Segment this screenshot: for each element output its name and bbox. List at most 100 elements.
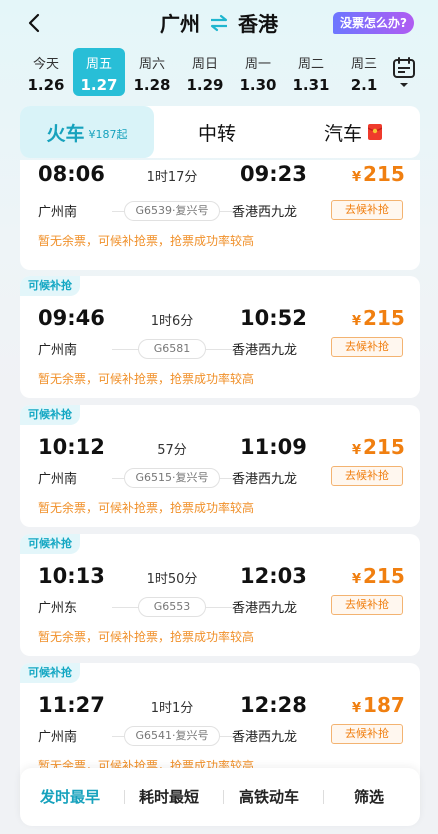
date-item[interactable]: 周二 1.31 xyxy=(285,48,337,96)
price: ¥187 xyxy=(352,693,405,717)
train-number: G6515·复兴号 xyxy=(124,468,220,488)
date-value: 1.31 xyxy=(292,76,330,94)
arrival-station: 香港西九龙 xyxy=(232,730,298,745)
date-weekday: 周六 xyxy=(138,57,165,72)
sort-earliest-departure[interactable]: 发时最早 xyxy=(40,768,100,826)
availability-note: 暂无余票，可候补抢票，抢票成功率较高 xyxy=(38,372,255,386)
tab-train-label: 火车 xyxy=(46,122,85,145)
train-card[interactable]: 可候补抢 10:12 57分 11:09 ¥215 广州南 G6515·复兴号 … xyxy=(20,405,420,527)
waitlist-button[interactable]: 去候补抢 xyxy=(331,595,403,615)
duration: 57分 xyxy=(157,443,187,458)
price: ¥215 xyxy=(352,564,405,588)
price: ¥215 xyxy=(352,162,405,186)
waitlist-button[interactable]: 去候补抢 xyxy=(331,724,403,744)
train-card[interactable]: 可候补抢 09:46 1时6分 10:52 ¥215 广州南 G6581 香港西… xyxy=(20,276,420,398)
arrival-station: 香港西九龙 xyxy=(232,472,298,487)
date-value: 2.1 xyxy=(350,76,378,94)
date-weekday: 周二 xyxy=(297,57,324,72)
departure-station: 广州东 xyxy=(38,601,78,616)
price-value: 215 xyxy=(363,162,405,186)
price-value: 215 xyxy=(363,564,405,588)
departure-time: 11:27 xyxy=(38,693,105,717)
date-weekday: 今天 xyxy=(32,57,59,72)
date-item[interactable]: 周日 1.29 xyxy=(179,48,231,96)
waitlist-badge: 可候补抢 xyxy=(20,663,80,683)
date-value: 1.29 xyxy=(186,76,224,94)
calendar-icon[interactable] xyxy=(392,56,416,90)
train-number: G6539·复兴号 xyxy=(124,201,220,221)
price-value: 215 xyxy=(363,435,405,459)
waitlist-badge: 可候补抢 xyxy=(20,405,80,425)
currency-symbol: ¥ xyxy=(352,572,362,587)
train-number: G6541·复兴号 xyxy=(124,726,220,746)
departure-time: 10:13 xyxy=(38,564,105,588)
waitlist-badge: 可候补抢 xyxy=(20,534,80,554)
currency-symbol: ¥ xyxy=(352,314,362,329)
red-envelope-icon xyxy=(368,124,383,140)
train-list[interactable]: 08:06 1时17分 09:23 ¥215 广州南 G6539·复兴号 香港西… xyxy=(20,160,420,834)
departure-station: 广州南 xyxy=(38,472,78,487)
currency-symbol: ¥ xyxy=(352,443,362,458)
price-value: 215 xyxy=(363,306,405,330)
departure-time: 10:12 xyxy=(38,435,105,459)
train-number: G6581 xyxy=(138,339,206,359)
arrival-time: 12:28 xyxy=(240,693,307,717)
duration: 1时17分 xyxy=(146,170,198,185)
duration: 1时1分 xyxy=(150,701,194,716)
currency-symbol: ¥ xyxy=(352,701,362,716)
train-card[interactable]: 08:06 1时17分 09:23 ¥215 广州南 G6539·复兴号 香港西… xyxy=(20,160,420,270)
date-weekday: 周一 xyxy=(244,57,271,72)
departure-time: 09:46 xyxy=(38,306,105,330)
date-item[interactable]: 周六 1.28 xyxy=(126,48,178,96)
price-value: 187 xyxy=(363,693,405,717)
sort-shortest-duration[interactable]: 耗时最短 xyxy=(139,768,199,826)
tab-train[interactable]: 火车 ¥187起 xyxy=(20,106,154,158)
waitlist-badge: 可候补抢 xyxy=(20,276,80,296)
date-value: 1.27 xyxy=(80,76,118,94)
destination-city[interactable]: 香港 xyxy=(238,8,278,37)
date-item[interactable]: 周一 1.30 xyxy=(232,48,284,96)
tab-transfer[interactable]: 中转 xyxy=(198,106,236,158)
date-selector: 今天 1.26 周五 1.27 周六 1.28 周日 1.29 周一 1.30 … xyxy=(20,48,390,98)
price: ¥215 xyxy=(352,306,405,330)
date-value: 1.28 xyxy=(133,76,171,94)
date-weekday: 周日 xyxy=(191,57,218,72)
sort-bar: 发时最早 耗时最短 高铁动车 筛选 xyxy=(20,768,420,826)
date-weekday: 周三 xyxy=(350,57,377,72)
tab-train-min-price: ¥187起 xyxy=(88,128,128,141)
arrival-station: 香港西九龙 xyxy=(232,205,298,220)
filter-button[interactable]: 筛选 xyxy=(354,768,384,826)
date-value: 1.26 xyxy=(27,76,65,94)
departure-station: 广州南 xyxy=(38,205,78,220)
no-ticket-help-button[interactable]: 没票怎么办? xyxy=(333,12,414,34)
waitlist-button[interactable]: 去候补抢 xyxy=(331,200,403,220)
train-card[interactable]: 可候补抢 11:27 1时1分 12:28 ¥187 广州南 G6541·复兴号… xyxy=(20,663,420,785)
arrival-time: 10:52 xyxy=(240,306,307,330)
tab-bus-label: 汽车 xyxy=(324,122,363,145)
waitlist-button[interactable]: 去候补抢 xyxy=(331,337,403,357)
departure-time: 08:06 xyxy=(38,162,105,186)
arrival-time: 12:03 xyxy=(240,564,307,588)
arrival-time: 09:23 xyxy=(240,162,307,186)
divider xyxy=(124,790,125,804)
arrival-station: 香港西九龙 xyxy=(232,343,298,358)
price: ¥215 xyxy=(352,435,405,459)
waitlist-button[interactable]: 去候补抢 xyxy=(331,466,403,486)
arrival-station: 香港西九龙 xyxy=(232,601,298,616)
date-value: 1.30 xyxy=(239,76,277,94)
divider xyxy=(323,790,324,804)
departure-station: 广州南 xyxy=(38,730,78,745)
date-item-today[interactable]: 今天 1.26 xyxy=(20,48,72,96)
train-card[interactable]: 可候补抢 10:13 1时50分 12:03 ¥215 广州东 G6553 香港… xyxy=(20,534,420,656)
date-item-selected[interactable]: 周五 1.27 xyxy=(73,48,125,96)
swap-icon[interactable] xyxy=(208,14,230,32)
tab-bus[interactable]: 汽车 xyxy=(324,106,383,158)
header: 广州 香港 没票怎么办? xyxy=(0,0,438,46)
divider xyxy=(223,790,224,804)
filter-high-speed-rail[interactable]: 高铁动车 xyxy=(239,768,299,826)
tab-transfer-label: 中转 xyxy=(198,122,237,145)
origin-city[interactable]: 广州 xyxy=(160,8,200,37)
duration: 1时50分 xyxy=(146,572,198,587)
date-item[interactable]: 周三 2.1 xyxy=(338,48,390,96)
arrival-time: 11:09 xyxy=(240,435,307,459)
